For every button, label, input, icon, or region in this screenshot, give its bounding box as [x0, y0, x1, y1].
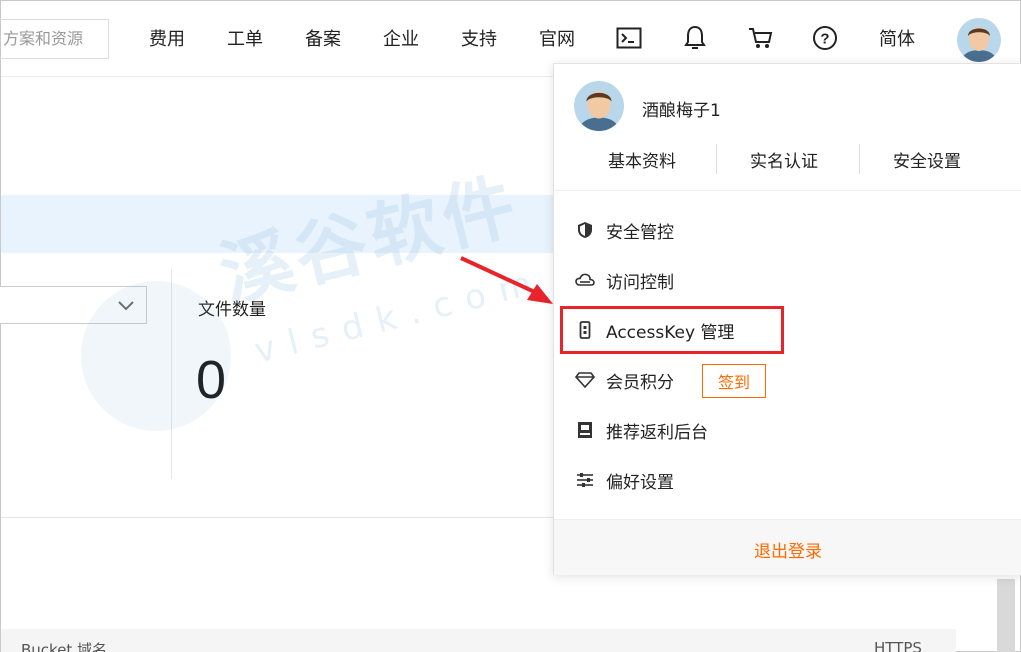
- separator: [859, 144, 860, 174]
- dropdown-footer: 退出登录: [554, 519, 1021, 575]
- dropdown-avatar: [574, 81, 624, 131]
- separator: [716, 144, 717, 174]
- nav-enterprise[interactable]: 企业: [383, 25, 419, 51]
- logout-button[interactable]: 退出登录: [554, 537, 1021, 562]
- recommend-icon: [574, 419, 596, 441]
- menu-item-security-control[interactable]: 安全管控: [574, 213, 774, 247]
- cart-icon[interactable]: [747, 23, 775, 53]
- divider: [1, 517, 553, 518]
- scrollbar[interactable]: [997, 579, 1015, 652]
- menu-item-access-control[interactable]: 访问控制: [574, 263, 774, 297]
- username: 酒酿梅子1: [642, 101, 721, 121]
- nav-website[interactable]: 官网: [539, 25, 575, 51]
- search-input[interactable]: 方案和资源: [0, 19, 109, 59]
- svg-text:?: ?: [820, 31, 829, 48]
- menu-item-label: 安全管控: [606, 222, 674, 243]
- menu-item-label: 偏好设置: [606, 472, 674, 493]
- column-bucket-domain: Bucket 域名: [21, 641, 108, 652]
- nav-billing[interactable]: 费用: [149, 25, 185, 51]
- cloud-icon: [574, 269, 596, 291]
- shield-icon: [574, 219, 596, 241]
- file-count-label: 文件数量: [198, 300, 266, 320]
- highlight-annotation: [560, 306, 784, 354]
- bell-icon[interactable]: [681, 23, 709, 53]
- user-avatar[interactable]: [957, 18, 1001, 62]
- column-https: HTTPS: [874, 639, 922, 652]
- link-real-name-auth[interactable]: 实名认证: [750, 147, 818, 172]
- link-security-settings[interactable]: 安全设置: [893, 147, 961, 172]
- diamond-icon: [574, 369, 596, 391]
- help-icon[interactable]: ?: [811, 23, 839, 53]
- link-basic-info[interactable]: 基本资料: [608, 147, 676, 172]
- checkin-button[interactable]: 签到: [702, 364, 766, 398]
- divider: [171, 269, 172, 479]
- menu-item-label: 会员积分: [606, 372, 674, 393]
- file-count-value: 0: [196, 350, 227, 410]
- profile-links: 基本资料 实名认证 安全设置: [554, 144, 1021, 174]
- menu-item-label: 推荐返利后台: [606, 422, 708, 443]
- chevron-down-icon: [118, 301, 134, 311]
- menu-item-preferences[interactable]: 偏好设置: [574, 463, 774, 497]
- table-header: Bucket 域名 HTTPS: [1, 629, 956, 652]
- nav-icp[interactable]: 备案: [305, 25, 341, 51]
- menu-item-label: 访问控制: [606, 272, 674, 293]
- red-arrow-annotation: [460, 256, 553, 304]
- region-select[interactable]: [0, 286, 147, 324]
- menu-item-referral[interactable]: 推荐返利后台: [574, 413, 774, 447]
- sliders-icon: [574, 469, 596, 491]
- language-switch[interactable]: 简体: [879, 25, 915, 51]
- nav-support[interactable]: 支持: [461, 25, 497, 51]
- nav-tickets[interactable]: 工单: [227, 25, 263, 51]
- info-banner: [1, 195, 601, 253]
- divider: [554, 190, 1021, 191]
- terminal-icon[interactable]: [615, 23, 643, 53]
- user-dropdown-menu: 酒酿梅子1 基本资料 实名认证 安全设置 安全管控 访问控制 AccessKey…: [553, 63, 1021, 575]
